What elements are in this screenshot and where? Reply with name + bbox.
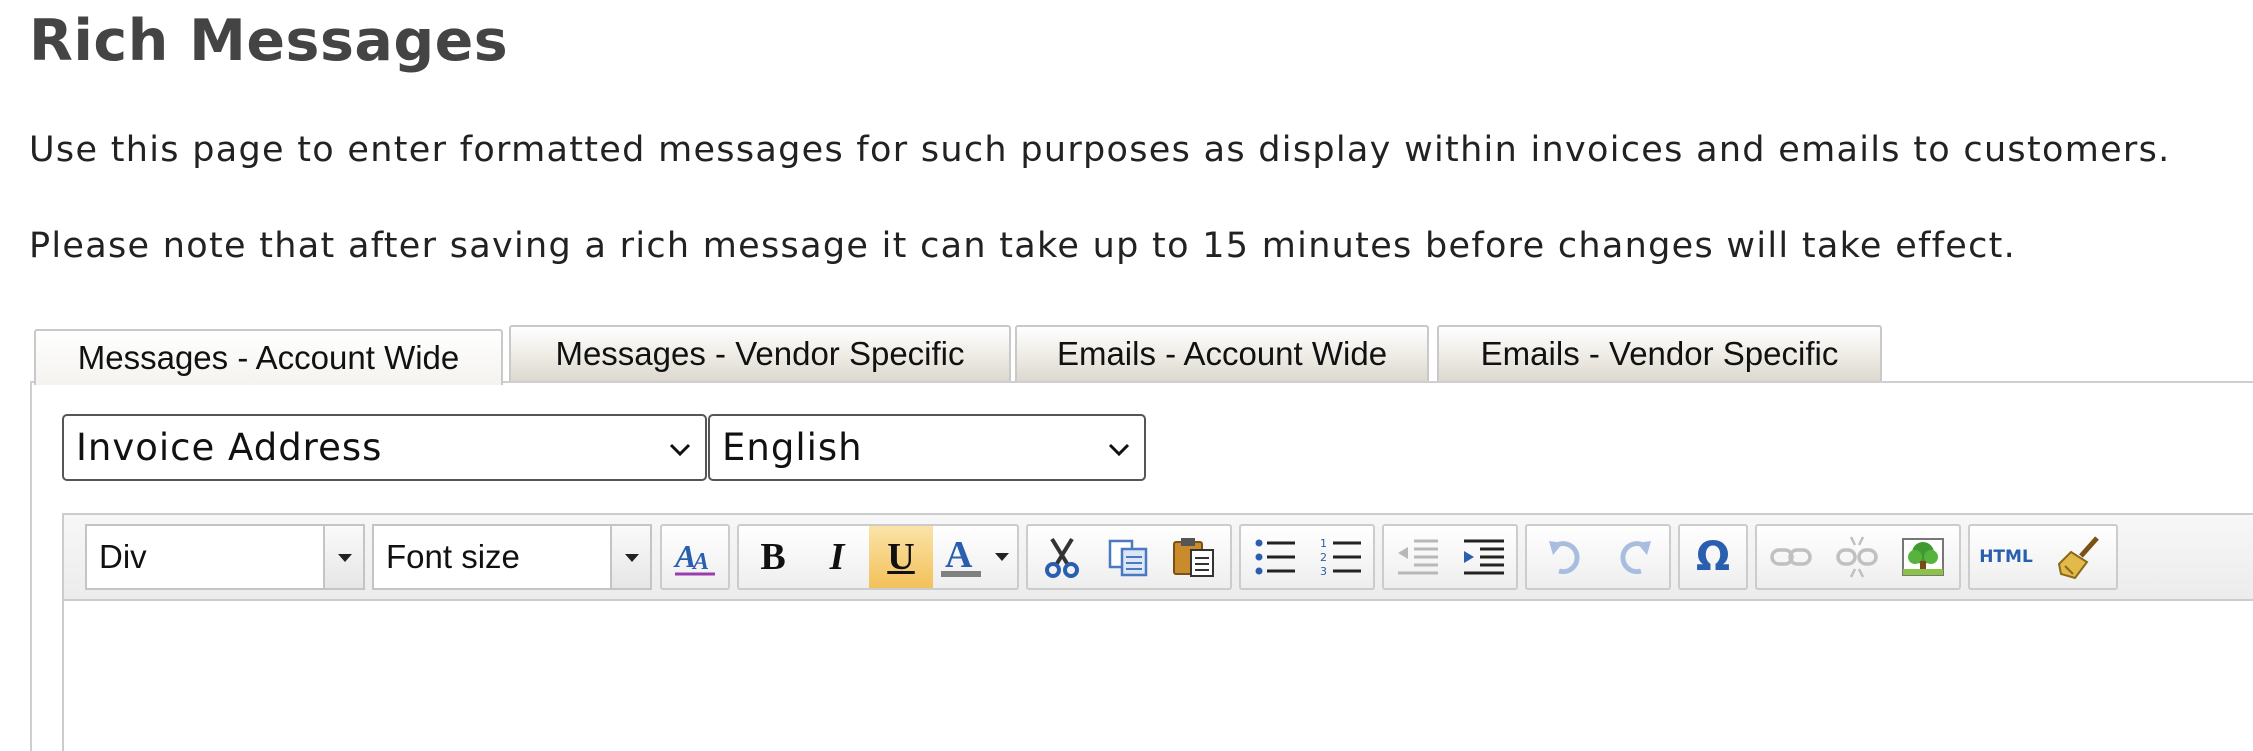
history-group: [1525, 524, 1671, 590]
style-button[interactable]: A A: [663, 526, 727, 588]
cleanup-button[interactable]: [2048, 526, 2112, 588]
special-char-group: Ω: [1678, 524, 1748, 590]
clipboard-group: [1026, 524, 1232, 590]
intro-text: Use this page to enter formatted message…: [29, 130, 2171, 170]
italic-icon: I: [829, 536, 845, 578]
bold-button[interactable]: B: [741, 526, 805, 588]
cleanup-icon: [2057, 536, 2099, 580]
html-source-button[interactable]: HTML: [1974, 526, 2038, 588]
paste-button[interactable]: [1162, 526, 1226, 588]
page-title: Rich Messages: [29, 8, 509, 74]
chevron-down-icon[interactable]: [323, 526, 363, 588]
insert-group: [1755, 524, 1961, 590]
format-value: Div: [99, 538, 147, 575]
numbered-list-button[interactable]: 1 2 3: [1309, 526, 1373, 588]
style-icon: A A: [673, 538, 715, 576]
rich-text-editor[interactable]: Div Font size A A B I U A 1 2 3 Ω HTML: [62, 513, 2253, 751]
language-select[interactable]: English: [708, 414, 1146, 481]
html-source-icon: HTML: [1979, 547, 2033, 567]
bullet-list-button[interactable]: [1243, 526, 1307, 588]
image-button[interactable]: [1891, 526, 1955, 588]
cut-icon: [1045, 537, 1079, 578]
indent-button[interactable]: [1452, 526, 1516, 588]
svg-text:A: A: [691, 549, 709, 575]
format-dropdown[interactable]: Div: [85, 524, 365, 590]
outdent-icon: [1398, 539, 1438, 575]
language-value: English: [722, 426, 863, 469]
editor-content-area[interactable]: [64, 601, 2253, 751]
link-button[interactable]: [1759, 526, 1823, 588]
chevron-down-icon: [995, 553, 1009, 561]
outdent-button[interactable]: [1386, 526, 1450, 588]
text-color-icon: A: [941, 535, 981, 577]
tab-emails-account-wide[interactable]: Emails - Account Wide: [1015, 325, 1429, 381]
svg-text:2: 2: [1320, 551, 1327, 564]
image-icon: [1902, 538, 1944, 576]
svg-text:3: 3: [1320, 565, 1327, 578]
underline-icon: U: [887, 536, 915, 578]
indent-group: [1382, 524, 1518, 590]
message-type-select[interactable]: Invoice Address: [62, 414, 707, 481]
special-char-button[interactable]: Ω: [1681, 526, 1745, 588]
copy-icon: [1108, 539, 1148, 577]
copy-button[interactable]: [1096, 526, 1160, 588]
link-icon: [1770, 548, 1812, 566]
chevron-down-icon: [669, 443, 691, 457]
bold-icon: B: [760, 536, 786, 578]
text-format-group: B I U A: [737, 524, 1019, 590]
source-group: HTML: [1968, 524, 2118, 590]
text-color-button[interactable]: A: [933, 526, 989, 588]
chevron-down-icon[interactable]: [610, 526, 650, 588]
panel-border: [30, 381, 32, 751]
chevron-down-icon: [1108, 443, 1130, 457]
svg-text:A: A: [945, 535, 973, 576]
indent-icon: [1464, 539, 1504, 575]
redo-icon: [1620, 541, 1651, 575]
tab-emails-vendor-specific[interactable]: Emails - Vendor Specific: [1437, 325, 1882, 381]
bullet-list-icon: [1255, 539, 1295, 575]
redo-button[interactable]: [1603, 526, 1667, 588]
undo-icon: [1549, 541, 1580, 575]
unlink-icon: [1836, 536, 1878, 578]
italic-button[interactable]: I: [805, 526, 869, 588]
font-size-dropdown[interactable]: Font size: [372, 524, 652, 590]
underline-button[interactable]: U: [869, 526, 933, 588]
special-char-icon: Ω: [1695, 534, 1730, 580]
list-group: 1 2 3: [1239, 524, 1375, 590]
text-color-dropdown[interactable]: [987, 526, 1017, 588]
paste-icon: [1173, 538, 1214, 577]
tab-messages-account-wide[interactable]: Messages - Account Wide: [34, 329, 503, 385]
cut-button[interactable]: [1030, 526, 1094, 588]
tab-messages-vendor-specific[interactable]: Messages - Vendor Specific: [509, 325, 1011, 381]
message-type-value: Invoice Address: [76, 426, 383, 469]
note-text: Please note that after saving a rich mes…: [29, 226, 2017, 266]
editor-toolbar: Div Font size A A B I U A 1 2 3 Ω HTML: [64, 515, 2253, 601]
style-group: A A: [660, 524, 730, 590]
numbered-list-icon: 1 2 3: [1320, 537, 1361, 578]
svg-text:1: 1: [1320, 537, 1327, 550]
font-size-value: Font size: [386, 538, 520, 575]
undo-button[interactable]: [1533, 526, 1597, 588]
unlink-button[interactable]: [1825, 526, 1889, 588]
